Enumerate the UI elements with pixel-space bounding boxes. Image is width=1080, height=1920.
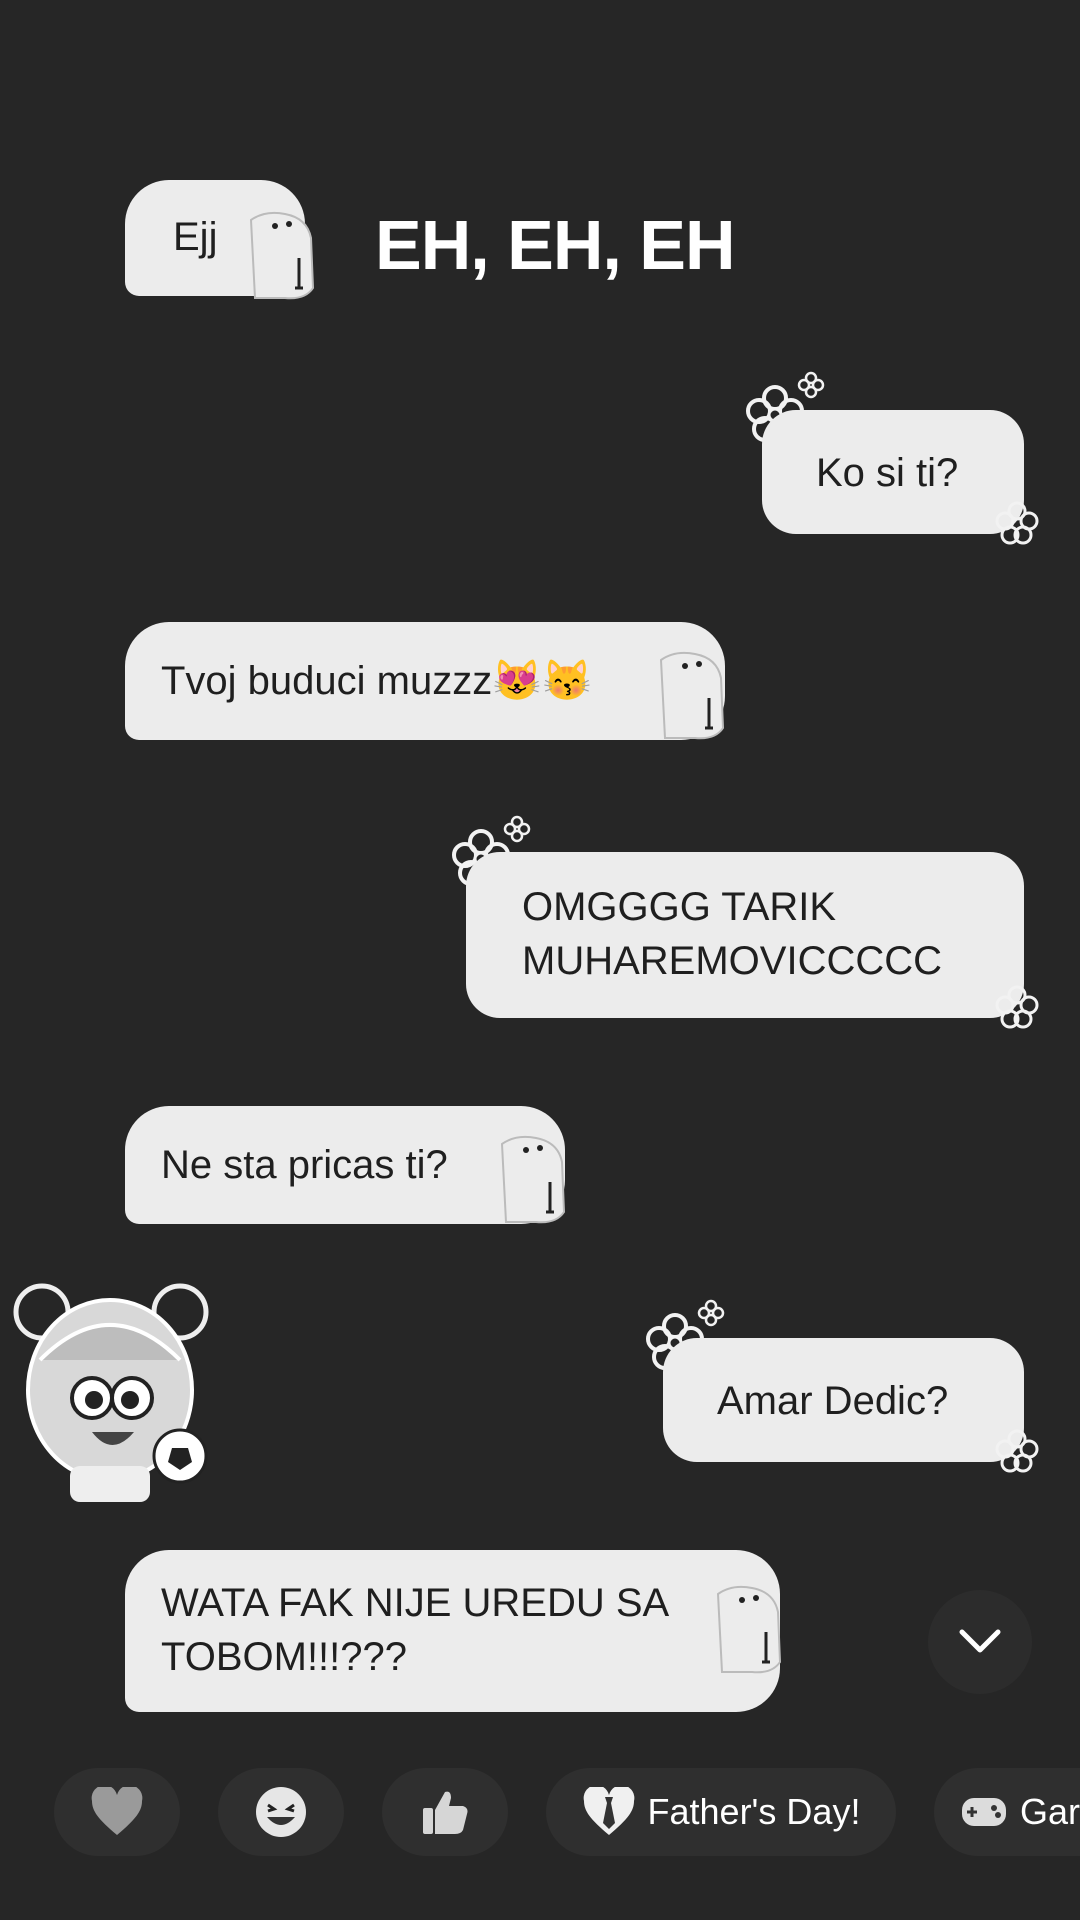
message-bubble-outgoing[interactable]: Amar Dedic? — [663, 1338, 1024, 1462]
laughing-face-icon — [256, 1787, 306, 1837]
chat-theme-heading: EH, EH, EH — [375, 206, 736, 284]
message-text: WATA FAK NIJE UREDU SA TOBOM!!!??? — [161, 1581, 670, 1679]
capybara-icon — [500, 1135, 566, 1224]
flower-small-icon — [503, 815, 531, 843]
scroll-to-bottom-button[interactable] — [928, 1590, 1032, 1694]
reaction-thumbs-up-button[interactable] — [382, 1768, 508, 1856]
message-text: Amar Dedic? — [717, 1379, 949, 1423]
chip-label: Gar — [1020, 1791, 1080, 1832]
girl-with-soccer-ball-sticker[interactable] — [0, 1270, 220, 1510]
reaction-laughing-button[interactable] — [218, 1768, 344, 1856]
capybara-icon — [716, 1585, 782, 1674]
message-text: OMGGGG TARIK MUHAREMOVICCCCC — [522, 885, 942, 983]
game-controller-icon — [962, 1798, 1006, 1826]
chevron-down-icon — [959, 1629, 1001, 1653]
chip-label: Father's Day! — [647, 1791, 861, 1832]
fathers-day-chip[interactable]: Father's Day! — [546, 1768, 896, 1856]
message-bubble-incoming[interactable]: WATA FAK NIJE UREDU SA TOBOM!!!??? — [125, 1550, 780, 1712]
flower-icon — [995, 1429, 1039, 1473]
flower-icon — [995, 501, 1039, 545]
reaction-heart-button[interactable] — [54, 1768, 180, 1856]
message-bubble-incoming[interactable]: Tvoj buduci muzzz😻😽 — [125, 622, 725, 740]
message-text: Tvoj buduci muzzz😻😽 — [161, 659, 592, 703]
thumbs-up-icon — [423, 1791, 468, 1834]
message-bubble-outgoing[interactable]: OMGGGG TARIK MUHAREMOVICCCCC — [466, 852, 1024, 1018]
flower-small-icon — [697, 1299, 725, 1327]
quick-reactions-bar: Father's Day! Gar — [0, 1768, 1080, 1856]
message-bubble-outgoing[interactable]: Ko si ti? — [762, 410, 1024, 534]
flower-small-icon — [797, 371, 825, 399]
broken-heart-tie-icon — [583, 1787, 634, 1835]
message-text: Ko si ti? — [816, 451, 959, 495]
heart-icon — [91, 1787, 143, 1835]
capybara-icon — [659, 651, 725, 740]
games-chip[interactable]: Gar — [934, 1768, 1080, 1856]
capybara-icon — [249, 211, 315, 300]
flower-icon — [995, 985, 1039, 1029]
